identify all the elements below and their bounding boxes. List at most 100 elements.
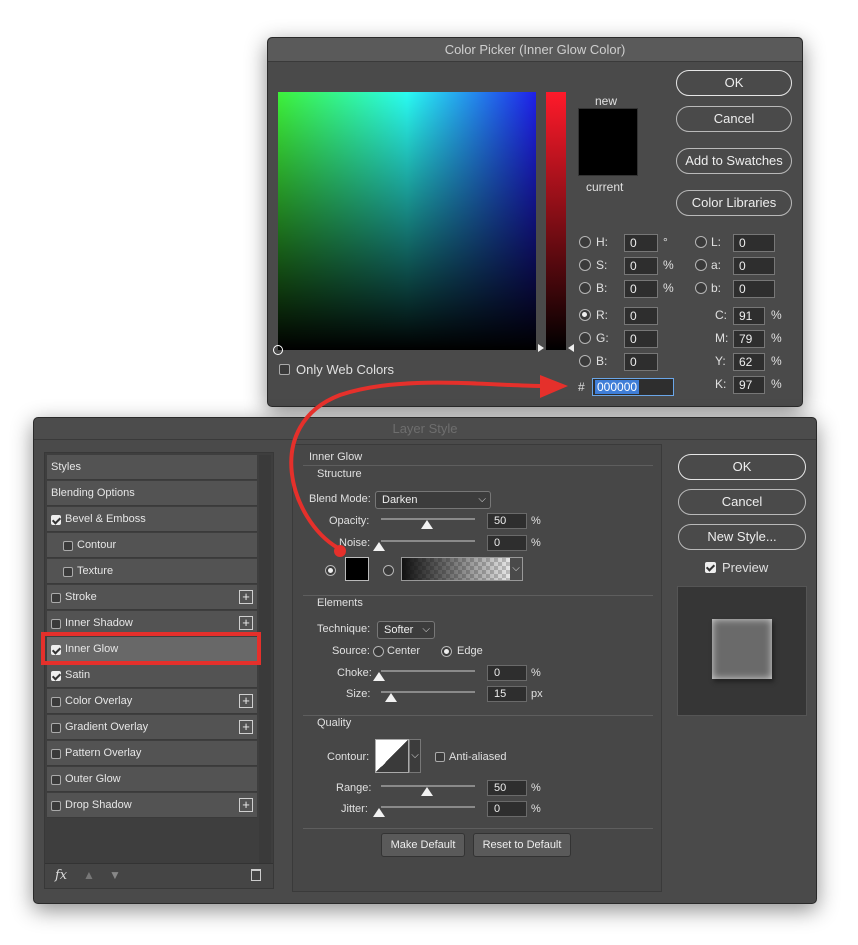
style-item-contour[interactable]: Contour	[47, 533, 257, 558]
style-checkbox[interactable]	[51, 671, 61, 681]
style-checkbox[interactable]	[51, 593, 61, 603]
style-item-gradient-overlay[interactable]: Gradient Overlay +	[47, 715, 257, 740]
add-style-plus-icon[interactable]: +	[239, 798, 253, 812]
lab-input-2[interactable]: 0	[733, 280, 775, 298]
choke-slider[interactable]	[381, 670, 475, 672]
hue-slider-right-arrow[interactable]	[568, 344, 574, 352]
cmyk-input-0[interactable]: 91	[733, 307, 765, 325]
noise-slider-thumb[interactable]	[373, 542, 385, 551]
lab-radio-1[interactable]	[695, 259, 707, 271]
make-default-button[interactable]: Make Default	[381, 833, 465, 857]
style-item-drop-shadow[interactable]: Drop Shadow +	[47, 793, 257, 818]
color-field[interactable]	[273, 92, 536, 355]
field-radio-2[interactable]	[579, 282, 591, 294]
technique-select[interactable]: Softer ⌵	[377, 621, 435, 639]
preview-checkbox[interactable]	[705, 562, 716, 573]
field-radio-0[interactable]	[579, 236, 591, 248]
hex-input[interactable]: 000000	[592, 378, 674, 396]
move-up-icon[interactable]: ▲	[83, 868, 95, 882]
glow-color-radio[interactable]	[325, 565, 336, 576]
layer-style-ok-button[interactable]: OK	[678, 454, 806, 480]
range-slider-thumb[interactable]	[421, 787, 433, 796]
field-radio-3[interactable]	[579, 309, 591, 321]
color-field-marker[interactable]	[273, 345, 283, 355]
color-picker-title: Color Picker (Inner Glow Color)	[444, 42, 626, 57]
style-checkbox[interactable]	[51, 801, 61, 811]
only-web-colors-checkbox[interactable]	[279, 364, 290, 375]
add-style-plus-icon[interactable]: +	[239, 694, 253, 708]
color-libraries-button[interactable]: Color Libraries	[676, 190, 792, 216]
noise-input[interactable]: 0	[487, 535, 527, 551]
style-item-stroke[interactable]: Stroke +	[47, 585, 257, 610]
reset-to-default-button[interactable]: Reset to Default	[473, 833, 571, 857]
new-style-button[interactable]: New Style...	[678, 524, 806, 550]
style-item-color-overlay[interactable]: Color Overlay +	[47, 689, 257, 714]
source-center-radio[interactable]	[373, 646, 384, 657]
style-checkbox[interactable]	[51, 619, 61, 629]
add-style-plus-icon[interactable]: +	[239, 720, 253, 734]
jitter-slider[interactable]	[381, 806, 475, 808]
range-input[interactable]: 50	[487, 780, 527, 796]
size-slider-thumb[interactable]	[385, 693, 397, 702]
style-item-satin[interactable]: Satin	[47, 663, 257, 688]
lab-radio-2[interactable]	[695, 282, 707, 294]
hue-slider-left-arrow[interactable]	[538, 344, 544, 352]
move-down-icon[interactable]: ▼	[109, 868, 121, 882]
layer-style-cancel-button[interactable]: Cancel	[678, 489, 806, 515]
glow-gradient-dropdown[interactable]: ⌵	[510, 558, 522, 580]
add-style-plus-icon[interactable]: +	[239, 616, 253, 630]
contour-picker[interactable]	[375, 739, 409, 773]
choke-slider-thumb[interactable]	[373, 672, 385, 681]
choke-input[interactable]: 0	[487, 665, 527, 681]
style-checkbox[interactable]	[51, 775, 61, 785]
field-radio-4[interactable]	[579, 332, 591, 344]
glow-color-swatch[interactable]	[345, 557, 369, 581]
style-item-styles[interactable]: Styles	[47, 455, 257, 480]
color-picker-cancel-button[interactable]: Cancel	[676, 106, 792, 132]
jitter-input[interactable]: 0	[487, 801, 527, 817]
size-input[interactable]: 15	[487, 686, 527, 702]
field-input-2[interactable]: 0	[624, 280, 658, 298]
opacity-input[interactable]: 50	[487, 513, 527, 529]
field-input-3[interactable]: 0	[624, 307, 658, 325]
jitter-slider-thumb[interactable]	[373, 808, 385, 817]
style-item-texture[interactable]: Texture	[47, 559, 257, 584]
glow-gradient-radio[interactable]	[383, 565, 394, 576]
field-input-5[interactable]: 0	[624, 353, 658, 371]
glow-gradient-picker[interactable]	[401, 557, 523, 581]
style-checkbox[interactable]	[63, 567, 73, 577]
fx-icon[interactable]: fx	[55, 868, 67, 883]
hue-slider[interactable]	[546, 92, 566, 350]
style-checkbox[interactable]	[51, 515, 61, 525]
anti-aliased-checkbox[interactable]	[435, 752, 445, 762]
cmyk-input-2[interactable]: 62	[733, 353, 765, 371]
field-radio-1[interactable]	[579, 259, 591, 271]
style-item-label: Styles	[51, 461, 81, 473]
style-checkbox[interactable]	[51, 697, 61, 707]
contour-dropdown[interactable]: ⌵	[409, 739, 421, 773]
lab-radio-0[interactable]	[695, 236, 707, 248]
add-to-swatches-button[interactable]: Add to Swatches	[676, 148, 792, 174]
color-picker-ok-button[interactable]: OK	[676, 70, 792, 96]
trash-icon[interactable]	[251, 869, 261, 881]
style-item-blending-options[interactable]: Blending Options	[47, 481, 257, 506]
add-style-plus-icon[interactable]: +	[239, 590, 253, 604]
source-edge-radio[interactable]	[441, 646, 452, 657]
lab-input-1[interactable]: 0	[733, 257, 775, 275]
field-input-0[interactable]: 0	[624, 234, 658, 252]
style-checkbox[interactable]	[51, 723, 61, 733]
style-item-bevel-emboss[interactable]: Bevel & Emboss	[47, 507, 257, 532]
noise-slider[interactable]	[381, 540, 475, 542]
style-checkbox[interactable]	[51, 749, 61, 759]
style-item-pattern-overlay[interactable]: Pattern Overlay	[47, 741, 257, 766]
field-input-1[interactable]: 0	[624, 257, 658, 275]
field-input-4[interactable]: 0	[624, 330, 658, 348]
style-checkbox[interactable]	[63, 541, 73, 551]
blend-mode-select[interactable]: Darken ⌵	[375, 491, 491, 509]
cmyk-input-1[interactable]: 79	[733, 330, 765, 348]
lab-input-0[interactable]: 0	[733, 234, 775, 252]
opacity-slider-thumb[interactable]	[421, 520, 433, 529]
field-radio-5[interactable]	[579, 355, 591, 367]
cmyk-input-3[interactable]: 97	[733, 376, 765, 394]
style-item-outer-glow[interactable]: Outer Glow	[47, 767, 257, 792]
